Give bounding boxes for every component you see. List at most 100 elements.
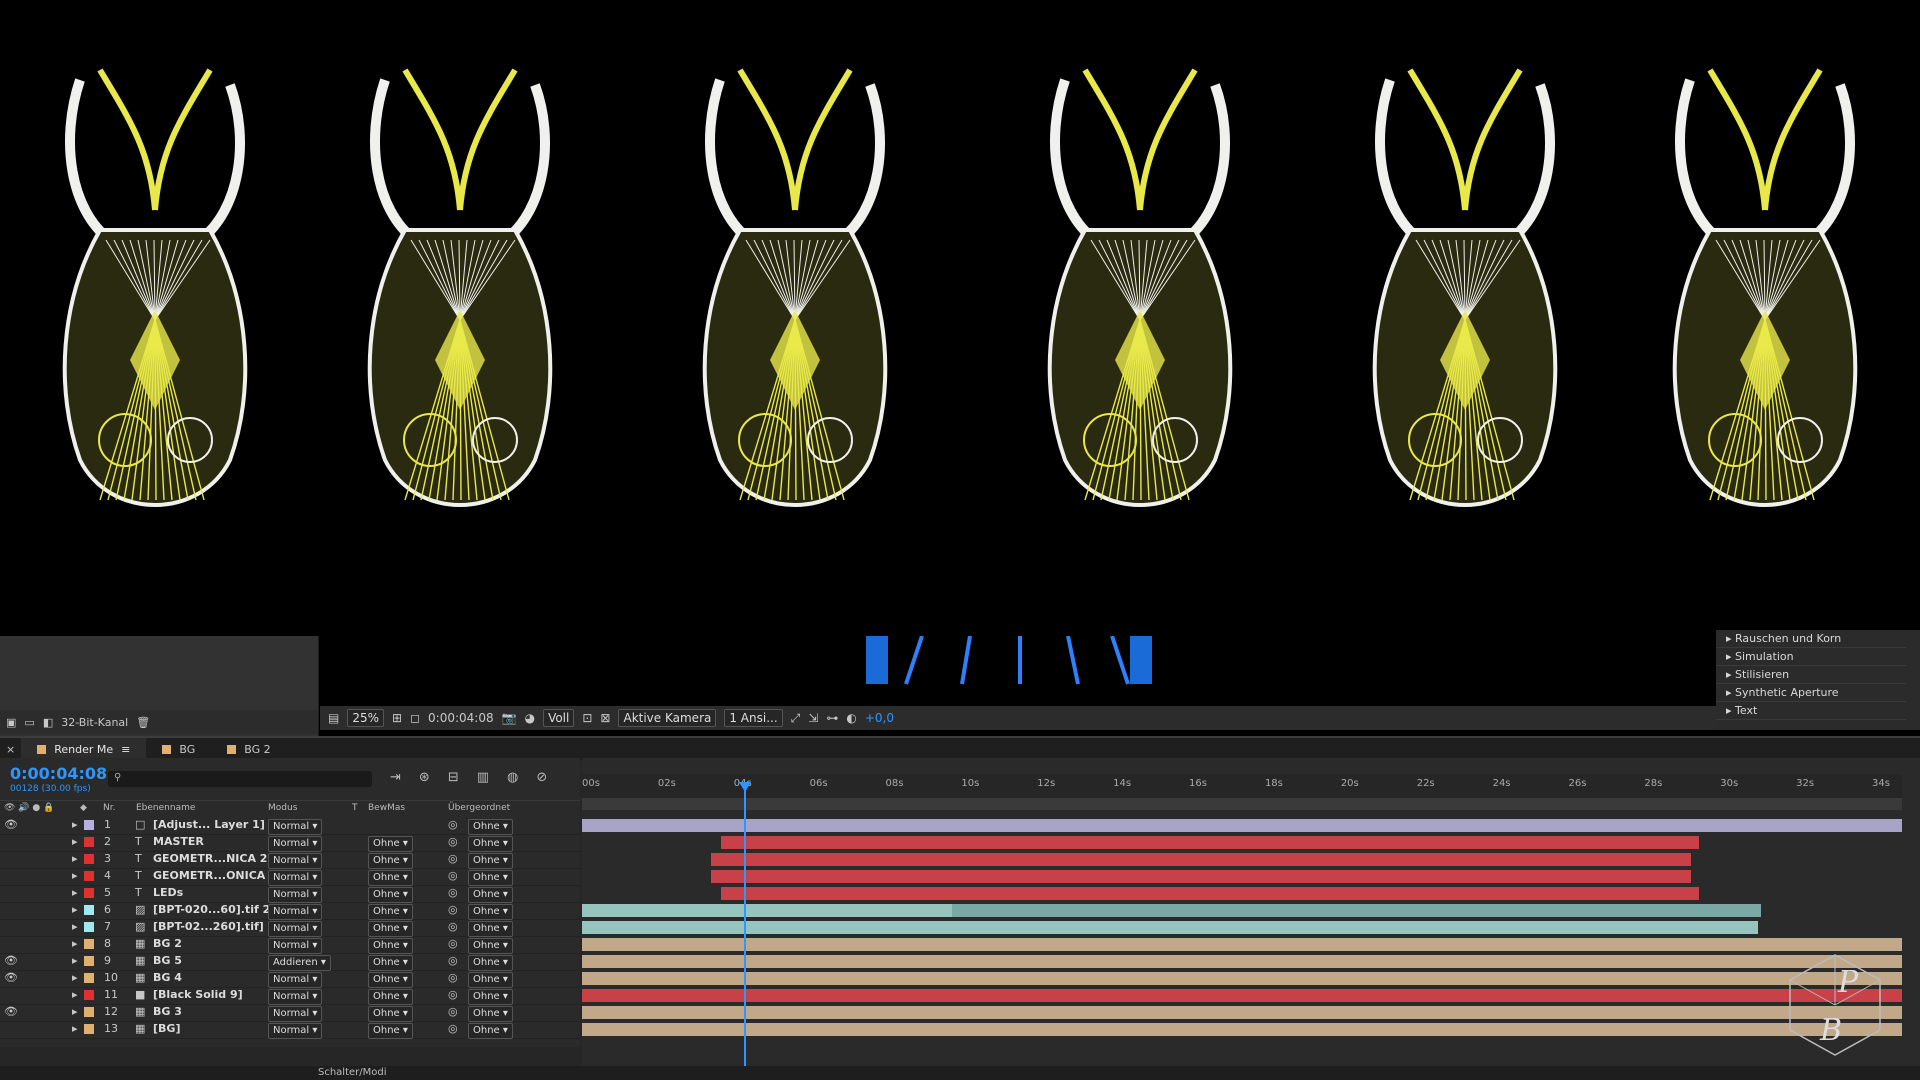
mask-visibility-icon[interactable]: ◻ bbox=[410, 711, 420, 725]
layer-name[interactable]: [BPT-02...260].tif] bbox=[153, 920, 264, 933]
layer-row[interactable]: 👁 ▸ 1 □ [Adjust... Layer 1] Normal ▾ ◎ Ohne ▾ bbox=[0, 817, 580, 835]
layer-duration-bar[interactable] bbox=[582, 989, 1902, 1002]
expand-arrow-icon[interactable]: ▸ bbox=[72, 937, 78, 950]
layer-duration-bar[interactable] bbox=[582, 921, 1759, 934]
composition-viewer[interactable] bbox=[0, 0, 1920, 636]
comp-flowchart-icon[interactable]: ⇥ bbox=[390, 770, 401, 785]
label-color-swatch[interactable] bbox=[84, 990, 94, 1000]
pickwhip-icon[interactable]: ◎ bbox=[448, 886, 458, 899]
col-mode[interactable]: Modus bbox=[268, 803, 297, 813]
visibility-eye-icon[interactable]: 👁 bbox=[4, 971, 18, 984]
layer-duration-bar[interactable] bbox=[582, 904, 1761, 917]
work-area-bar[interactable] bbox=[582, 798, 1902, 810]
visibility-eye-icon[interactable]: 👁 bbox=[4, 818, 18, 831]
expand-arrow-icon[interactable]: ▸ bbox=[72, 954, 78, 967]
expand-arrow-icon[interactable]: ▸ bbox=[72, 920, 78, 933]
layer-row[interactable]: ▸ 4 T GEOMETR...ONICA Normal ▾ Ohne ▾ ◎ Ohne ▾ bbox=[0, 868, 580, 886]
effect-category[interactable]: ▸ Stilisieren bbox=[1716, 666, 1906, 684]
layer-row[interactable]: ▸ 3 T GEOMETR...NICA 2 Normal ▾ Ohne ▾ ◎ Ohne ▾ bbox=[0, 851, 580, 869]
pickwhip-icon[interactable]: ◎ bbox=[448, 937, 458, 950]
layer-row[interactable]: ▸ 5 T LEDs Normal ▾ Ohne ▾ ◎ Ohne ▾ bbox=[0, 885, 580, 903]
transparency-grid-icon[interactable]: ⊠ bbox=[600, 711, 610, 725]
label-color-swatch[interactable] bbox=[84, 939, 94, 949]
expand-arrow-icon[interactable]: ▸ bbox=[72, 971, 78, 984]
expand-arrow-icon[interactable]: ▸ bbox=[72, 835, 78, 848]
comp-tab[interactable]: Render Me ≡ bbox=[21, 738, 147, 760]
label-color-swatch[interactable] bbox=[84, 820, 94, 830]
graph-editor-icon[interactable]: ⊘ bbox=[536, 770, 547, 785]
layer-row[interactable]: ▸ 11 ■ [Black Solid 9] Normal ▾ Ohne ▾ ◎ Ohne ▾ bbox=[0, 987, 580, 1005]
pickwhip-icon[interactable]: ◎ bbox=[448, 818, 458, 831]
pickwhip-icon[interactable]: ◎ bbox=[448, 971, 458, 984]
layer-duration-bar[interactable] bbox=[720, 836, 1699, 849]
layer-name[interactable]: [Black Solid 9] bbox=[153, 988, 243, 1001]
col-trkmat[interactable]: BewMas bbox=[368, 803, 405, 813]
layer-search-input[interactable]: ⚲ bbox=[108, 771, 372, 787]
expand-arrow-icon[interactable]: ▸ bbox=[72, 1005, 78, 1018]
layer-duration-bar[interactable] bbox=[582, 955, 1902, 968]
timeline-current-time[interactable]: 0:00:04:08 bbox=[10, 764, 107, 783]
pickwhip-icon[interactable]: ◎ bbox=[448, 852, 458, 865]
camera-dropdown[interactable]: Aktive Kamera bbox=[618, 709, 717, 727]
pickwhip-icon[interactable]: ◎ bbox=[448, 920, 458, 933]
new-folder-icon[interactable]: ▭ bbox=[24, 716, 34, 729]
always-preview-icon[interactable]: ▤ bbox=[328, 711, 339, 725]
layer-row[interactable]: ▸ 8 ▦ BG 2 Normal ▾ Ohne ▾ ◎ Ohne ▾ bbox=[0, 936, 580, 954]
region-of-interest-icon[interactable]: ⊡ bbox=[582, 711, 592, 725]
exposure-value[interactable]: +0,0 bbox=[865, 711, 894, 725]
pickwhip-icon[interactable]: ◎ bbox=[448, 903, 458, 916]
time-ruler[interactable]: 00s 02s 04s 06s 08s 10s 12s 14s 16s 18s 20s 22s 24s 2… bbox=[582, 774, 1902, 798]
label-color-swatch[interactable] bbox=[84, 888, 94, 898]
effect-category[interactable]: ▸ Text bbox=[1716, 702, 1906, 720]
layer-name[interactable]: [BPT-020...60].tif 2 bbox=[153, 903, 270, 916]
shy-icon[interactable]: ⊟ bbox=[448, 770, 459, 785]
layer-name[interactable]: GEOMETR...ONICA bbox=[153, 869, 265, 882]
flowchart-icon[interactable]: ⊶ bbox=[826, 711, 838, 725]
effect-category[interactable]: ▸ Simulation bbox=[1716, 648, 1906, 666]
expand-arrow-icon[interactable]: ▸ bbox=[72, 1022, 78, 1035]
views-dropdown[interactable]: 1 Ansi... bbox=[724, 709, 783, 727]
expand-arrow-icon[interactable]: ▸ bbox=[72, 903, 78, 916]
layer-duration-bar[interactable] bbox=[720, 887, 1699, 900]
close-tab-icon[interactable]: × bbox=[0, 743, 21, 756]
snapshot-icon[interactable]: 📷 bbox=[502, 711, 517, 725]
layer-duration-bar[interactable] bbox=[711, 853, 1691, 866]
layer-duration-bar[interactable] bbox=[711, 870, 1691, 883]
pickwhip-icon[interactable]: ◎ bbox=[448, 835, 458, 848]
toggle-pixel-icon[interactable]: ⤢ bbox=[791, 711, 801, 726]
zoom-dropdown[interactable]: 25% bbox=[347, 709, 385, 727]
layer-duration-bar[interactable] bbox=[582, 1006, 1902, 1019]
label-color-swatch[interactable] bbox=[84, 973, 94, 983]
expand-arrow-icon[interactable]: ▸ bbox=[72, 886, 78, 899]
layer-name[interactable]: MASTER bbox=[153, 835, 204, 848]
layer-duration-bar[interactable] bbox=[582, 972, 1902, 985]
label-color-swatch[interactable] bbox=[84, 922, 94, 932]
channel-icon[interactable]: ◕ bbox=[525, 711, 535, 725]
layer-row[interactable]: ▸ 13 ▦ [BG] Normal ▾ Ohne ▾ ◎ Ohne ▾ bbox=[0, 1021, 580, 1039]
expand-arrow-icon[interactable]: ▸ bbox=[72, 869, 78, 882]
visibility-eye-icon[interactable]: 👁 bbox=[4, 1005, 18, 1018]
label-color-swatch[interactable] bbox=[84, 956, 94, 966]
col-nr[interactable]: Nr. bbox=[103, 803, 115, 813]
pickwhip-icon[interactable]: ◎ bbox=[448, 988, 458, 1001]
layer-name[interactable]: [Adjust... Layer 1] bbox=[153, 818, 265, 831]
layer-name[interactable]: BG 3 bbox=[153, 1005, 182, 1018]
tab-menu-icon[interactable]: ≡ bbox=[121, 743, 130, 756]
layer-name[interactable]: BG 5 bbox=[153, 954, 182, 967]
col-name[interactable]: Ebenenname bbox=[136, 803, 195, 813]
visibility-eye-icon[interactable]: 👁 bbox=[4, 954, 18, 967]
new-comp-icon[interactable]: ◧ bbox=[43, 716, 53, 729]
label-color-swatch[interactable] bbox=[84, 837, 94, 847]
expand-arrow-icon[interactable]: ▸ bbox=[72, 988, 78, 1001]
layer-duration-bar[interactable] bbox=[582, 1023, 1902, 1036]
layer-name[interactable]: [BG] bbox=[153, 1022, 180, 1035]
label-color-swatch[interactable] bbox=[84, 871, 94, 881]
switches-modes-toggle[interactable]: Schalter/Modi bbox=[318, 1067, 387, 1078]
expand-arrow-icon[interactable]: ▸ bbox=[72, 852, 78, 865]
label-color-swatch[interactable] bbox=[84, 905, 94, 915]
layer-name[interactable]: LEDs bbox=[153, 886, 183, 899]
col-parent[interactable]: Übergeordnet bbox=[448, 803, 510, 813]
layer-row[interactable]: 👁 ▸ 12 ▦ BG 3 Normal ▾ Ohne ▾ ◎ Ohne ▾ bbox=[0, 1004, 580, 1022]
expand-arrow-icon[interactable]: ▸ bbox=[72, 818, 78, 831]
pickwhip-icon[interactable]: ◎ bbox=[448, 954, 458, 967]
